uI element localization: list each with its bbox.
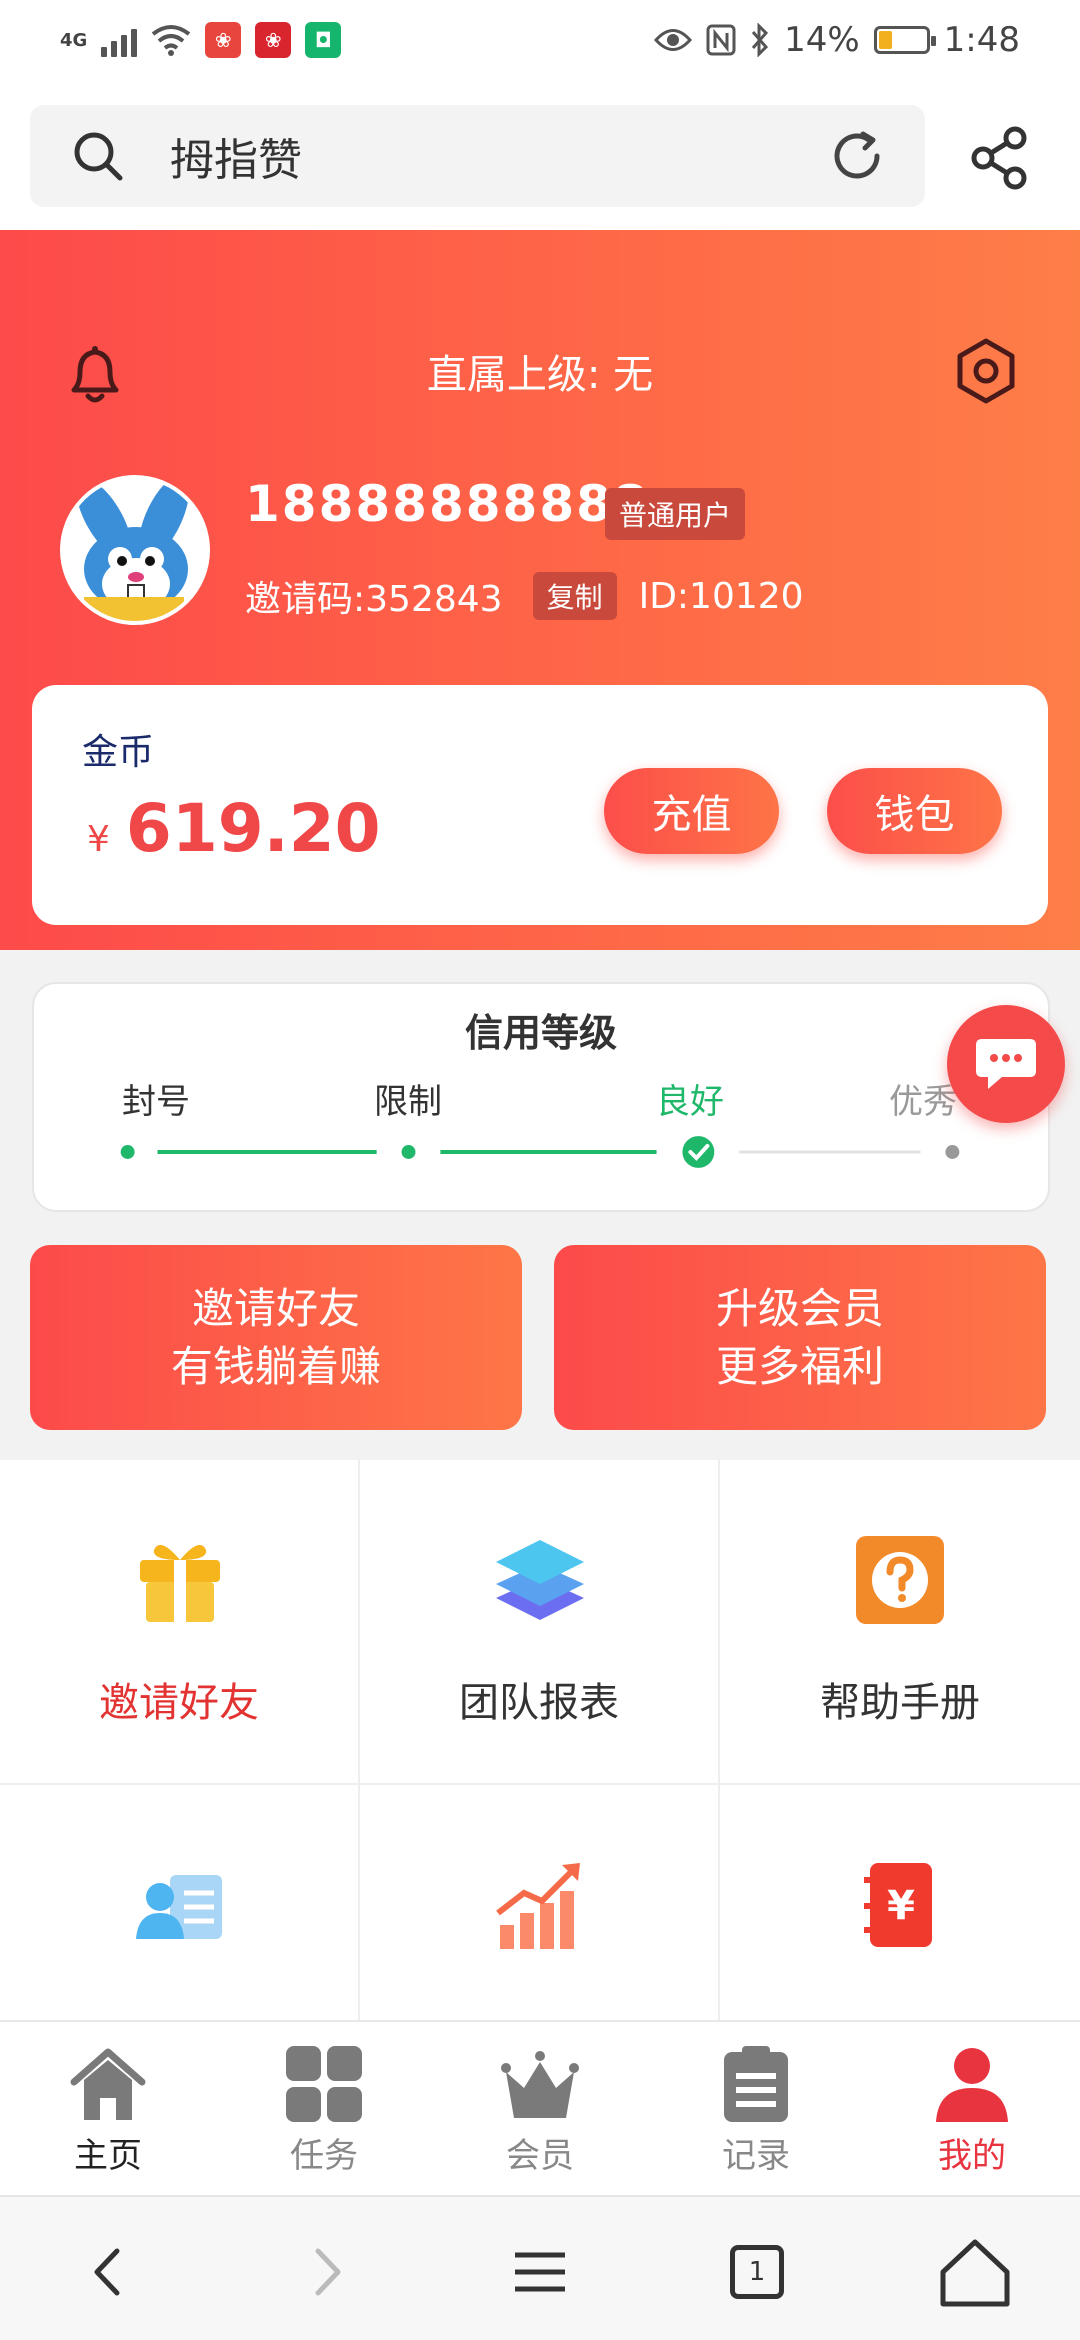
grid-label: 团队报表 xyxy=(459,1680,619,1726)
level-banned: 封号 xyxy=(122,1082,190,1122)
grid-item-invite[interactable]: 邀请好友 xyxy=(0,1460,360,1785)
tabs-button[interactable]: 1 xyxy=(722,2237,792,2307)
settings-icon[interactable] xyxy=(950,335,1022,407)
clipboard-icon xyxy=(724,2046,788,2122)
app-notification-icon: ❀ xyxy=(205,22,242,58)
track-dot xyxy=(401,1145,416,1159)
grid-item-team-report[interactable]: 团队报表 xyxy=(360,1460,720,1785)
wallet-button[interactable]: 钱包 xyxy=(827,768,1002,854)
user-phone: 18888888888 xyxy=(245,475,650,533)
wifi-icon xyxy=(152,25,191,56)
invite-code: 邀请码:352843 xyxy=(245,579,503,620)
invite-line: 邀请码:352843 复制 ID:10120 xyxy=(245,570,804,622)
tab-count: 1 xyxy=(730,2245,784,2299)
eye-icon xyxy=(654,29,693,51)
tab-home[interactable]: 主页 xyxy=(0,2022,216,2195)
bluetooth-icon xyxy=(751,23,769,57)
grid-item-help[interactable]: 帮助手册 xyxy=(720,1460,1080,1785)
user-icon xyxy=(936,2048,1008,2122)
current-level-check-icon xyxy=(682,1136,715,1168)
tab-records[interactable]: 记录 xyxy=(648,2022,864,2195)
money-book-icon: ¥ xyxy=(864,1863,932,1947)
battery-icon xyxy=(873,26,936,54)
gift-icon xyxy=(140,1544,220,1622)
forward-icon[interactable] xyxy=(290,2237,360,2307)
id-card-icon xyxy=(136,1875,222,1939)
grid-label: 邀请好友 xyxy=(99,1680,259,1726)
promo-line: 邀请好友 xyxy=(191,1283,360,1333)
search-box[interactable]: 拇指赞 xyxy=(30,105,925,207)
svg-text:¥: ¥ xyxy=(887,1883,915,1929)
status-right: 14% 1:48 xyxy=(654,20,1020,60)
tab-mine[interactable]: 我的 xyxy=(864,2022,1080,2195)
invite-friends-promo[interactable]: 邀请好友 有钱躺着赚 xyxy=(30,1245,522,1430)
layers-icon xyxy=(496,1540,584,1620)
share-icon[interactable] xyxy=(965,122,1035,192)
coin-amount: ¥ 619.20 xyxy=(87,790,381,867)
credit-level-card: 信用等级 封号 限制 良好 优秀 xyxy=(32,982,1050,1212)
tab-tasks[interactable]: 任务 xyxy=(216,2022,432,2195)
grid-icon xyxy=(286,2046,362,2122)
tab-label: 我的 xyxy=(938,2136,1006,2176)
app-notification-icon: ◘ xyxy=(305,22,342,58)
superior-label: 直属上级: 无 xyxy=(426,352,654,398)
coin-value: 619.20 xyxy=(125,790,381,867)
user-id: ID:10120 xyxy=(638,575,804,617)
network-type: 4G xyxy=(60,29,88,51)
rabbit-avatar-icon xyxy=(64,479,206,621)
refresh-icon[interactable] xyxy=(829,128,885,184)
chat-button[interactable] xyxy=(947,1005,1065,1123)
screen: { "status_bar": { "network": "4G", "batt… xyxy=(0,0,1080,2340)
promo-line: 升级会员 xyxy=(715,1283,884,1333)
clock: 1:48 xyxy=(943,20,1020,60)
chat-icon xyxy=(976,1039,1036,1089)
search-icon xyxy=(74,132,123,181)
tab-label: 会员 xyxy=(506,2136,574,2176)
promo-line: 更多福利 xyxy=(715,1341,884,1391)
signal-icon xyxy=(101,23,138,57)
battery-percent: 14% xyxy=(784,20,860,60)
coin-card: 金币 ¥ 619.20 充值 钱包 xyxy=(32,685,1048,925)
nfc-icon xyxy=(706,24,736,56)
upgrade-member-promo[interactable]: 升级会员 更多福利 xyxy=(554,1245,1046,1430)
tab-label: 主页 xyxy=(74,2136,142,2176)
tab-label: 记录 xyxy=(722,2136,790,2176)
grid-label: 帮助手册 xyxy=(820,1680,980,1726)
profile-banner: 直属上级: 无 18888888888 普通用户 邀请码:352843 复制 I… xyxy=(0,230,1080,950)
crown-icon xyxy=(501,2051,579,2118)
track-dot xyxy=(945,1145,960,1159)
tab-member[interactable]: 会员 xyxy=(432,2022,648,2195)
status-left: 4G ❀ ❀ ◘ xyxy=(60,22,342,58)
help-icon xyxy=(856,1536,944,1624)
copy-button[interactable]: 复制 xyxy=(532,572,617,620)
bottom-tab-bar: 主页 任务 会员 记录 我的 xyxy=(0,2020,1080,2195)
level-limited: 限制 xyxy=(374,1082,442,1122)
home-icon xyxy=(70,2048,146,2120)
level-good: 良好 xyxy=(656,1082,724,1122)
home-nav-icon[interactable] xyxy=(935,2232,1015,2312)
back-icon[interactable] xyxy=(75,2237,145,2307)
growth-chart-icon xyxy=(496,1863,580,1949)
coin-label: 金币 xyxy=(82,732,155,773)
recharge-button[interactable]: 充值 xyxy=(604,768,779,854)
status-bar: 4G ❀ ❀ ◘ 14% 1:48 xyxy=(0,0,1080,80)
credit-progress-track xyxy=(120,1136,960,1168)
feature-grid: 邀请好友 团队报表 帮助手册 ¥ xyxy=(0,1460,1080,2110)
search-query[interactable]: 拇指赞 xyxy=(170,124,829,188)
currency-symbol: ¥ xyxy=(87,819,110,860)
system-nav-bar: 1 xyxy=(0,2195,1080,2340)
role-badge: 普通用户 xyxy=(605,488,746,540)
menu-icon[interactable] xyxy=(505,2237,575,2307)
app-notification-icon: ❀ xyxy=(255,22,292,58)
tab-label: 任务 xyxy=(290,2136,358,2176)
promo-line: 有钱躺着赚 xyxy=(170,1341,381,1391)
track-dot xyxy=(120,1145,135,1159)
avatar[interactable] xyxy=(60,475,210,625)
search-header: 拇指赞 xyxy=(0,80,1080,230)
level-excellent: 优秀 xyxy=(889,1082,957,1122)
credit-title: 信用等级 xyxy=(464,1011,617,1055)
